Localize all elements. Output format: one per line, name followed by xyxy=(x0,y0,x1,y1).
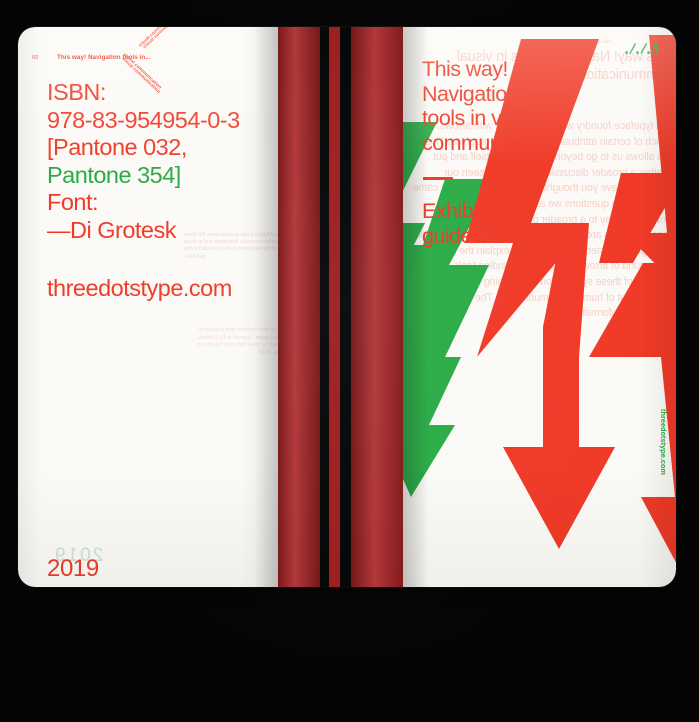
title-rule-divider xyxy=(423,177,453,180)
open-book: The exhibition guide accompanies the sho… xyxy=(18,27,676,587)
website-url[interactable]: threedotstype.com xyxy=(47,275,232,302)
colophon-line-font-label: Font: xyxy=(47,189,99,215)
vertical-website-url[interactable]: threedotstype.com xyxy=(659,409,668,475)
colophon-line-isbn-label: ISBN: xyxy=(47,79,106,105)
subtitle-line-1: Exhibition xyxy=(422,199,510,223)
chevron-microtype-line: visual communication xyxy=(141,27,182,50)
spine-band-center xyxy=(329,27,340,587)
spine-band-left-shading xyxy=(278,27,320,587)
colophon-line-font-name: —Di Grotesk xyxy=(47,216,177,243)
colophon-line-pantone-032: [Pantone 032, xyxy=(47,134,187,160)
ghost-text-block-lower: Printed in two Pantone spot colours on u… xyxy=(197,327,278,356)
publication-year: 2019 xyxy=(47,555,99,582)
left-page: The exhibition guide accompanies the sho… xyxy=(18,27,278,587)
spine-gap-2 xyxy=(340,27,351,587)
colophon-block: ISBN: 978-83-954954-0-3 [Pantone 032, Pa… xyxy=(47,79,278,244)
folio-number: 60 xyxy=(32,55,39,61)
threedots-logo-icon xyxy=(624,41,658,56)
colophon-line-pantone-354: Pantone 354] xyxy=(47,161,181,188)
page-title: This way! Navigation tools in visual com… xyxy=(422,57,612,155)
photograph-backdrop: The exhibition guide accompanies the sho… xyxy=(0,0,699,722)
headline-line-3: tools in visual xyxy=(422,106,543,131)
spine-gap-1 xyxy=(320,27,329,587)
headline-line-4: communication xyxy=(422,130,560,155)
running-head: 60 This way! Navigation tools in... visu… xyxy=(32,27,262,94)
headline-line-2: Navigation xyxy=(422,81,519,106)
right-page: This way! Navigation tools in... This wa… xyxy=(403,27,676,587)
headline-line-1: This way! xyxy=(422,57,508,81)
page-subtitle: Exhibition guide xyxy=(422,199,612,248)
colophon-line-isbn-number: 978-83-954954-0-3 xyxy=(47,106,240,133)
spine-band-right-shading xyxy=(351,27,403,587)
subtitle-line-2: guide xyxy=(422,223,472,248)
